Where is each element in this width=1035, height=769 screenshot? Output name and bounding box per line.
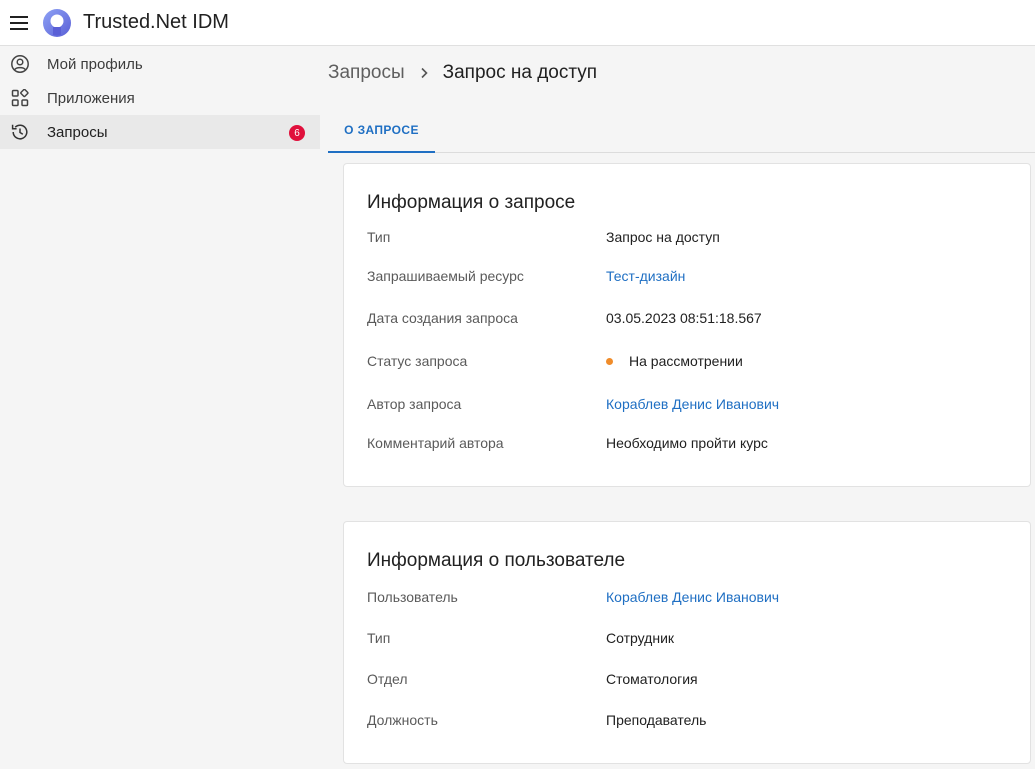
status-text: На рассмотрении — [629, 353, 743, 369]
app-title: Trusted.Net IDM — [83, 11, 229, 33]
info-row-department: Отдел Стоматология — [367, 669, 1007, 689]
field-label: Тип — [367, 229, 391, 245]
field-label: Комментарий автора — [367, 435, 504, 451]
user-info-card: Информация о пользователе Пользователь К… — [343, 521, 1031, 764]
author-link[interactable]: Кораблев Денис Иванович — [606, 396, 779, 412]
field-value: 03.05.2023 08:51:18.567 — [606, 310, 762, 326]
info-row-type: Тип Запрос на доступ — [367, 227, 1007, 247]
user-link[interactable]: Кораблев Денис Иванович — [606, 589, 779, 605]
tab-bar: О ЗАПРОСЕ — [328, 108, 1035, 153]
field-label: Автор запроса — [367, 396, 462, 412]
sidebar-item-requests[interactable]: Запросы 6 — [0, 115, 320, 149]
request-info-card: Информация о запросе Тип Запрос на досту… — [343, 163, 1031, 487]
chevron-right-icon — [419, 67, 429, 79]
tab-about-request[interactable]: О ЗАПРОСЕ — [328, 108, 435, 153]
field-label: Отдел — [367, 671, 408, 687]
sidebar-item-label: Приложения — [47, 89, 135, 107]
breadcrumb-link-requests[interactable]: Запросы — [328, 62, 405, 84]
info-row-user: Пользователь Кораблев Денис Иванович — [367, 587, 1007, 607]
info-row-user-type: Тип Сотрудник — [367, 628, 1007, 648]
sidebar-item-applications[interactable]: Приложения — [0, 81, 320, 115]
field-value: Необходимо пройти курс — [606, 435, 768, 451]
sidebar-item-label: Мой профиль — [47, 55, 143, 73]
status-dot-icon — [606, 357, 613, 365]
apps-grid-icon — [10, 88, 30, 108]
hamburger-menu-icon[interactable] — [4, 8, 34, 38]
card-title: Информация о запросе — [367, 192, 576, 213]
field-value: Запрос на доступ — [606, 229, 720, 245]
card-title: Информация о пользователе — [367, 550, 626, 571]
field-label: Запрашиваемый ресурс — [367, 268, 524, 284]
field-label: Статус запроса — [367, 353, 468, 369]
field-value: Преподаватель — [606, 712, 707, 728]
info-row-author: Автор запроса Кораблев Денис Иванович — [367, 394, 1007, 414]
user-circle-icon — [10, 54, 30, 74]
field-label: Дата создания запроса — [367, 310, 518, 326]
trusted-net-logo-icon[interactable] — [42, 8, 72, 38]
sidebar-item-profile[interactable]: Мой профиль — [0, 47, 320, 81]
info-row-position: Должность Преподаватель — [367, 710, 1007, 730]
field-label: Пользователь — [367, 589, 458, 605]
resource-link[interactable]: Тест-дизайн — [606, 268, 685, 284]
field-label: Тип — [367, 630, 391, 646]
requests-count-badge: 6 — [289, 125, 305, 141]
info-row-comment: Комментарий автора Необходимо пройти кур… — [367, 433, 1007, 453]
info-row-status: Статус запроса На рассмотрении — [367, 351, 1007, 371]
history-icon — [10, 122, 30, 142]
page-title: Запрос на доступ — [442, 62, 598, 83]
status-value: На рассмотрении — [606, 353, 743, 369]
sidebar-item-label: Запросы — [47, 123, 108, 141]
field-label: Должность — [367, 712, 438, 728]
field-value: Сотрудник — [606, 630, 675, 646]
info-row-resource: Запрашиваемый ресурс Тест-дизайн — [367, 266, 1007, 286]
breadcrumb: Запросы Запрос на доступ — [328, 60, 597, 86]
top-app-bar: Trusted.Net IDM — [0, 0, 1035, 46]
info-row-created: Дата создания запроса 03.05.2023 08:51:1… — [367, 308, 1007, 328]
field-value: Стоматология — [606, 671, 698, 687]
sidebar: Мой профиль Приложения Запросы 6 — [0, 47, 320, 149]
